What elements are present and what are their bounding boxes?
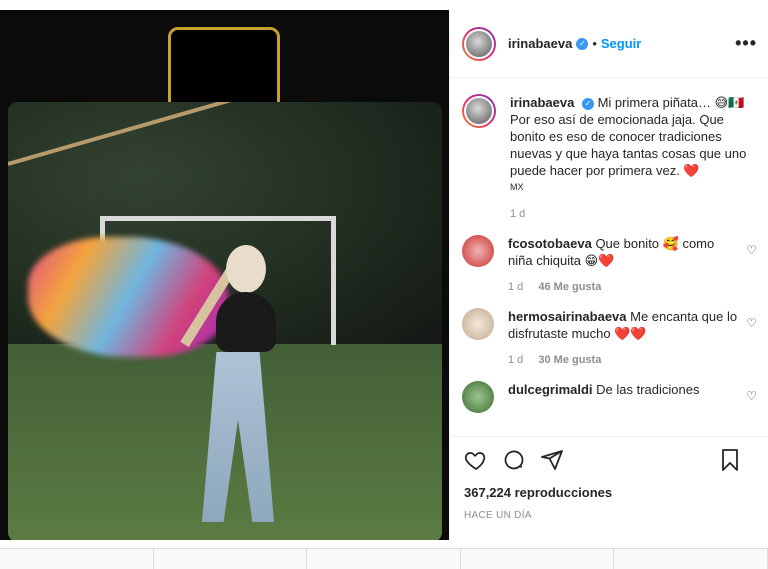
comment-text: De las tradiciones <box>596 382 700 397</box>
comment-item: fcosotobaeva Que bonito 🥰 como niña chiq… <box>462 235 757 296</box>
post-timestamp[interactable]: HACE UN DÍA <box>464 510 755 521</box>
pinata <box>28 237 228 357</box>
comment-icon[interactable] <box>502 448 526 477</box>
more-options-icon[interactable]: ••• <box>735 33 757 54</box>
share-icon[interactable] <box>540 448 564 477</box>
bottom-bar-item[interactable] <box>614 549 768 569</box>
bottom-bar-item[interactable] <box>0 549 154 569</box>
comment-time[interactable]: 1 d <box>508 281 523 293</box>
post-actions: 367,224 reproducciones HACE UN DÍA <box>450 436 768 521</box>
action-icons <box>464 447 755 477</box>
caption-flag-text: MX <box>510 182 524 192</box>
comment-item: hermosairinabaeva Me encanta que lo disf… <box>462 308 757 369</box>
heart-icon[interactable] <box>464 448 488 477</box>
comment-likes[interactable]: 30 Me gusta <box>538 354 601 366</box>
avatar[interactable] <box>462 26 496 61</box>
video-player[interactable] <box>8 102 442 540</box>
comment-like-heart-icon[interactable]: ♡ <box>746 316 757 330</box>
bottom-bar-item[interactable] <box>461 549 615 569</box>
comment-username[interactable]: fcosotobaeva <box>508 236 592 251</box>
comment-username[interactable]: hermosairinabaeva <box>508 309 627 324</box>
post-media[interactable] <box>0 10 449 540</box>
comment-like-heart-icon[interactable]: ♡ <box>746 389 757 403</box>
comment-username[interactable]: dulcegrimaldi <box>508 382 593 397</box>
post-sidebar: irinabaeva ✓ • Seguir ••• irinabaeva ✓ M… <box>449 10 768 540</box>
caption-avatar-image <box>464 96 494 126</box>
comment-avatar[interactable] <box>462 308 494 340</box>
person-top <box>216 292 276 352</box>
views-count[interactable]: 367,224 reproducciones <box>464 485 755 500</box>
bottom-bar <box>0 548 768 569</box>
avatar-image <box>464 28 494 59</box>
comment-likes[interactable]: 46 Me gusta <box>538 281 601 293</box>
comment-avatar[interactable] <box>462 381 494 413</box>
follow-button[interactable]: Seguir <box>601 36 641 51</box>
separator-dot: • <box>592 36 597 51</box>
comment-like-heart-icon[interactable]: ♡ <box>746 243 757 257</box>
caption-avatar[interactable] <box>462 94 496 128</box>
comments-list[interactable]: irinabaeva ✓ Mi primera piñata… 😅🇲🇽 Por … <box>450 78 768 436</box>
comment-avatar[interactable] <box>462 235 494 267</box>
author-username[interactable]: irinabaeva <box>508 36 572 51</box>
bottom-bar-item[interactable] <box>154 549 308 569</box>
caption: irinabaeva ✓ Mi primera piñata… 😅🇲🇽 Por … <box>462 94 757 223</box>
verified-icon: ✓ <box>581 97 594 110</box>
bottom-bar-item[interactable] <box>307 549 461 569</box>
bookmark-icon[interactable] <box>719 448 741 477</box>
comment-time[interactable]: 1 d <box>508 354 523 366</box>
post-header: irinabaeva ✓ • Seguir ••• <box>450 10 768 78</box>
caption-time[interactable]: 1 d <box>510 208 525 220</box>
person-head <box>226 245 266 293</box>
comment-item: dulcegrimaldi De las tradiciones ♡ <box>462 381 757 413</box>
caption-username[interactable]: irinabaeva <box>510 95 574 110</box>
verified-icon: ✓ <box>576 37 589 50</box>
